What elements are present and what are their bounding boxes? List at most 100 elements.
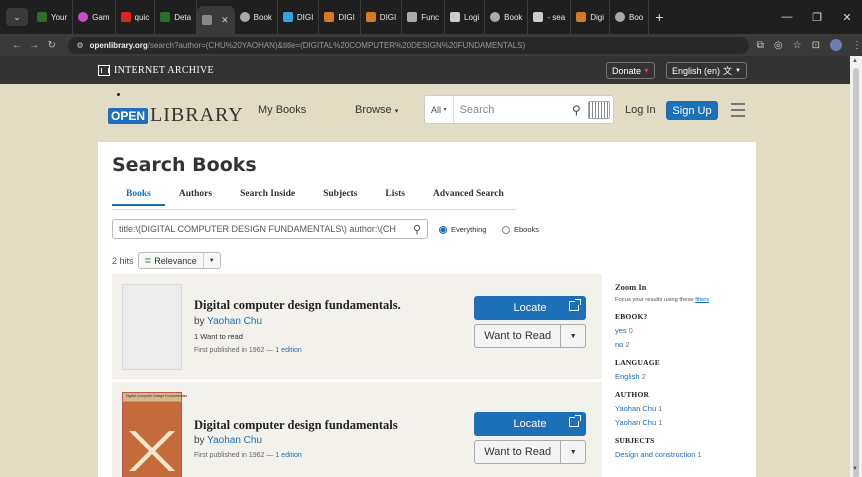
donate-button[interactable]: Donate ♥ [606,62,655,79]
hamburger-menu-icon[interactable] [731,103,745,121]
browser-tab-active[interactable]: ✕ [197,6,235,34]
tab-list: Your Gam quic Deta ✕ Book DIGI DIGI DIGI… [32,0,663,34]
forward-icon[interactable]: → [25,40,42,51]
result-byline: by Yaohan Chu [194,316,262,327]
by-label: by [194,316,205,327]
browser-tab[interactable]: Your [32,0,74,34]
tab-search-button[interactable]: ⌄ [6,8,28,26]
reload-icon[interactable]: ↻ [43,40,60,51]
browser-tab[interactable]: Gam [73,0,116,34]
edition-link[interactable]: 1 edition [275,452,301,459]
bookmark-star-icon[interactable]: ☆ [793,40,802,51]
browser-tab[interactable]: Book [235,0,278,34]
browse-menu[interactable]: Browse ▾ [355,104,398,116]
facet-item[interactable]: no 2 [615,340,755,349]
close-tab-icon[interactable]: ✕ [221,15,229,26]
tab-label: DIGI [296,12,314,22]
search-input[interactable]: Search [454,104,572,116]
filters-link[interactable]: filters [695,297,709,303]
facet-item[interactable]: Yaohan Chu 1 [615,418,755,427]
browser-tab[interactable]: Boo [610,0,650,34]
tab-subjects[interactable]: Subjects [309,189,371,206]
browser-tab[interactable]: DIGI [278,0,320,34]
want-to-read-button[interactable]: Want to Read ▼ [474,440,586,464]
site-info-icon[interactable]: ⚙ [76,41,83,50]
result-item: Digital computer design fundamentals. by… [112,274,602,382]
restore-icon[interactable]: ❐ [802,11,832,24]
publish-prefix: First published in 1962 — [194,452,274,459]
browser-tab[interactable]: Book [485,0,529,34]
tab-search-inside[interactable]: Search Inside [226,189,309,206]
sort-select[interactable]: ≣ Relevance ▼ [137,252,221,269]
tab-books[interactable]: Books [112,189,165,206]
query-input[interactable]: title:\(DIGITAL COMPUTER DESIGN FUNDAMEN… [112,219,428,239]
tab-label: DIGI [338,12,355,22]
browse-label: Browse [355,104,392,116]
facet-item[interactable]: yes 0 [615,326,755,335]
book-cover-image[interactable]: Digital Computer Design Fundamentals [122,392,187,477]
search-icon[interactable]: ⚲ [572,103,588,117]
facet-label: no [615,340,624,349]
browser-tab[interactable]: Func [402,0,446,34]
tab-advanced-search[interactable]: Advanced Search [419,189,518,206]
login-link[interactable]: Log In [625,104,656,116]
language-selector[interactable]: English (en) 文 ▼ [666,62,747,79]
author-link[interactable]: Yaohan Chu [207,435,262,446]
radio-ebooks[interactable]: Ebooks [502,225,539,234]
browser-tab[interactable]: Digi [571,0,610,34]
tab-label: DIGI [379,12,397,22]
chevron-down-icon[interactable]: ▼ [561,449,585,456]
open-library-logo[interactable]: OPEN LIBRARY [108,104,244,127]
extensions-icon[interactable]: ⊡ [812,40,820,51]
signup-button[interactable]: Sign Up [666,101,718,120]
scrollbar-thumb[interactable] [853,68,859,477]
menu-kebab-icon[interactable]: ⋮ [852,40,862,51]
facet-item[interactable]: Design and construction 1 [615,450,755,459]
browser-tab[interactable]: - sea [528,0,572,34]
minimize-icon[interactable]: — [772,11,802,23]
author-link[interactable]: Yaohan Chu [207,316,262,327]
search-icon[interactable]: ⚲ [413,223,421,236]
scroll-down-icon[interactable]: ▼ [852,466,858,472]
address-bar[interactable]: ⚙ openlibrary.org/search?author=(CHU%20Y… [68,36,749,54]
result-title[interactable]: Digital computer design fundamentals. [194,298,401,313]
tab-label: Digi [590,12,604,22]
profile-avatar[interactable] [829,39,842,51]
my-books-link[interactable]: My Books [258,104,306,116]
internet-archive-logo[interactable]: INTERNET ARCHIVE [98,64,214,76]
eye-off-icon[interactable]: ◎ [774,40,783,51]
search-scope-select[interactable]: All ▾ [425,96,454,123]
browser-tab[interactable]: Logi [445,0,486,34]
scope-label: All [431,104,442,115]
cast-icon[interactable]: ⧉ [757,40,764,51]
facet-label: Yaohan Chu [615,418,657,427]
want-to-read-button[interactable]: Want to Read ▼ [474,324,586,348]
browser-tab[interactable]: quic [116,0,156,34]
new-tab-button[interactable]: + [655,9,663,25]
page-scrollbar[interactable]: ▲ ▼ [850,56,862,477]
facet-count: 2 [641,372,646,381]
facet-item[interactable]: Yaohan Chu 1 [615,404,755,413]
tab-lists[interactable]: Lists [371,189,419,206]
locate-button[interactable]: Locate [474,296,586,320]
tab-authors[interactable]: Authors [165,189,226,206]
browser-tab[interactable]: Deta [155,0,198,34]
tab-favicon-icon [202,15,213,25]
barcode-scanner-icon[interactable] [588,100,610,119]
url-host: openlibrary.org [89,40,148,50]
radio-everything[interactable]: Everything [439,225,486,234]
locate-button[interactable]: Locate [474,412,586,436]
scroll-up-icon[interactable]: ▲ [852,58,858,64]
tab-favicon-icon [576,12,587,22]
book-cover-placeholder[interactable] [122,284,182,370]
chevron-down-icon[interactable]: ▼ [561,333,585,340]
facet-item[interactable]: English 2 [615,372,755,381]
browser-tab[interactable]: DIGI [361,0,403,34]
edition-link[interactable]: 1 edition [275,347,301,354]
tab-favicon-icon [407,12,418,22]
browser-tab[interactable]: DIGI [319,0,361,34]
close-window-icon[interactable]: ✕ [832,11,862,24]
tab-underline-divider [112,209,516,210]
back-icon[interactable]: ← [8,40,25,51]
result-title[interactable]: Digital computer design fundamentals [194,418,398,433]
